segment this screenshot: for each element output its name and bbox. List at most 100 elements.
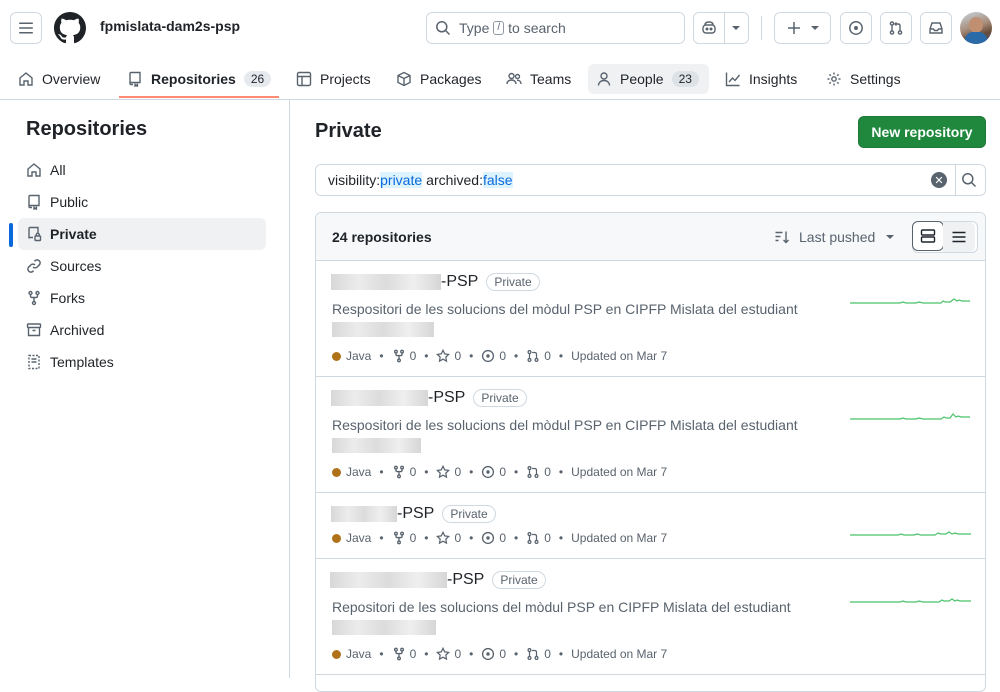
inbox-icon — [929, 22, 943, 34]
java-language-color — [332, 649, 341, 659]
redacted-username — [331, 274, 441, 290]
org-nav: Overview Repositories 26 Projects Packag… — [0, 56, 1000, 100]
tab-repositories[interactable]: Repositories 26 — [119, 64, 279, 94]
repository-description: Respositori de les solucions del mòdul P… — [332, 301, 798, 317]
copilot-button[interactable] — [694, 13, 725, 43]
search-input[interactable]: Type / to search — [426, 12, 685, 44]
sidebar-active-indicator — [9, 223, 13, 247]
repository-name-link[interactable]: -PSP Private — [331, 389, 527, 407]
user-avatar[interactable] — [960, 12, 992, 44]
filter-divider — [955, 165, 956, 195]
sidebar-item-archived[interactable]: Archived — [18, 314, 266, 346]
sidebar-item-label: All — [50, 162, 66, 178]
pull-requests-button[interactable] — [880, 12, 912, 44]
git-pull-request-icon — [527, 466, 539, 478]
sort-label: Last pushed — [799, 229, 876, 245]
tab-people[interactable]: People 23 — [588, 64, 709, 94]
create-new-button[interactable] — [774, 12, 831, 44]
sidebar-item-sources[interactable]: Sources — [18, 250, 266, 282]
git-pull-request-icon — [889, 21, 903, 35]
issue-opened-icon — [482, 349, 495, 363]
list-view-button[interactable] — [943, 222, 975, 252]
clear-filter-icon[interactable]: ✕ — [931, 172, 947, 188]
repository-row: -PSP Private Java • 0 • 0 • 0 • 0 • Upda… — [316, 493, 985, 559]
filter-value: false — [482, 172, 513, 188]
filter-value: private — [380, 172, 423, 188]
tab-insights[interactable]: Insights — [717, 64, 805, 94]
sidebar-title: Repositories — [26, 118, 148, 140]
search-icon — [436, 21, 451, 36]
issues-count: 0 — [499, 349, 507, 363]
repository-name-link[interactable]: -PSP Private — [331, 505, 496, 523]
filter-qualifier: visibility: — [328, 172, 381, 188]
fork-icon — [393, 349, 404, 363]
issues-count: 0 — [499, 465, 507, 479]
repository-filter-input[interactable]: visibility: private archived: false — [315, 164, 986, 196]
filter-qualifier: archived: — [426, 172, 483, 188]
repository-name-suffix: -PSP — [441, 273, 479, 290]
issue-opened-icon — [482, 647, 495, 661]
repository-meta: Java • 0 • 0 • 0 • 0 • Updated on Mar 7 — [332, 531, 667, 545]
redacted-username — [331, 390, 428, 406]
tab-settings[interactable]: Settings — [818, 64, 909, 94]
updated-date: Updated on Mar 7 — [571, 647, 668, 661]
repo-icon — [28, 194, 40, 210]
sidebar-item-label: Sources — [50, 258, 102, 274]
repository-row: -PSP Private Respositori de les solucion… — [316, 377, 985, 493]
tab-projects[interactable]: Projects — [288, 64, 379, 94]
updated-date: Updated on Mar 7 — [571, 465, 668, 479]
issues-button[interactable] — [840, 12, 872, 44]
search-placeholder-type: Type — [459, 20, 490, 36]
github-logo-icon[interactable] — [54, 12, 86, 44]
tab-overview[interactable]: Overview — [10, 64, 108, 94]
menu-icon — [19, 22, 33, 34]
forks-count: 0 — [409, 465, 417, 479]
activity-sparkline — [850, 298, 970, 304]
new-repository-button[interactable]: New repository — [858, 116, 986, 148]
pull-requests-count: 0 — [544, 349, 551, 363]
sidebar-item-all[interactable]: All — [18, 154, 266, 186]
language-label: Java — [346, 465, 372, 479]
activity-sparkline — [850, 598, 971, 603]
inbox-button[interactable] — [920, 12, 952, 44]
tab-label: Repositories — [151, 71, 236, 87]
issues-count: 0 — [499, 647, 507, 661]
repository-name-link[interactable]: -PSP Private — [331, 273, 540, 291]
repository-meta: Java • 0 • 0 • 0 • 0 • Updated on Mar 7 — [332, 647, 667, 661]
repository-row: -PSP Private Repositori de les solucions… — [316, 559, 985, 675]
filter-search-button[interactable] — [961, 172, 977, 193]
sort-dropdown[interactable]: Last pushed — [774, 229, 895, 245]
search-shortcut-key: / — [493, 21, 505, 35]
copilot-dropdown-button[interactable] — [725, 13, 748, 43]
star-icon — [436, 647, 451, 661]
card-view-button[interactable] — [912, 221, 944, 251]
hamburger-menu-button[interactable] — [10, 12, 42, 44]
fork-icon — [393, 465, 404, 479]
active-tab-underline — [119, 96, 279, 98]
visibility-badge: Private — [442, 505, 496, 523]
updated-date: Updated on Mar 7 — [571, 531, 668, 545]
repository-name-link[interactable]: -PSP Private — [330, 571, 546, 589]
sidebar-item-forks[interactable]: Forks — [18, 282, 266, 314]
repository-description: Respositori de les solucions del mòdul P… — [332, 417, 798, 433]
sidebar-item-private[interactable]: Private — [18, 218, 266, 250]
forks-count: 0 — [409, 349, 417, 363]
tab-teams[interactable]: Teams — [498, 64, 579, 94]
org-name-link[interactable]: fpmislata-dam2s-psp — [100, 18, 240, 34]
star-icon — [436, 531, 451, 545]
search-icon — [962, 173, 977, 188]
git-pull-request-icon — [527, 532, 539, 544]
java-language-color — [332, 533, 341, 543]
sidebar-item-templates[interactable]: Templates — [18, 346, 266, 378]
tab-packages[interactable]: Packages — [388, 64, 489, 94]
tab-label: Insights — [749, 71, 798, 87]
sidebar-item-public[interactable]: Public — [18, 186, 266, 218]
git-pull-request-icon — [527, 648, 539, 660]
tab-counter: 26 — [243, 71, 272, 87]
repository-description: Repositori de les solucions del mòdul PS… — [332, 599, 791, 615]
tab-counter: 23 — [671, 71, 699, 87]
gear-icon — [827, 72, 841, 86]
issue-opened-icon — [849, 21, 863, 35]
sidebar-item-label: Private — [50, 226, 97, 242]
issues-count: 0 — [499, 531, 507, 545]
